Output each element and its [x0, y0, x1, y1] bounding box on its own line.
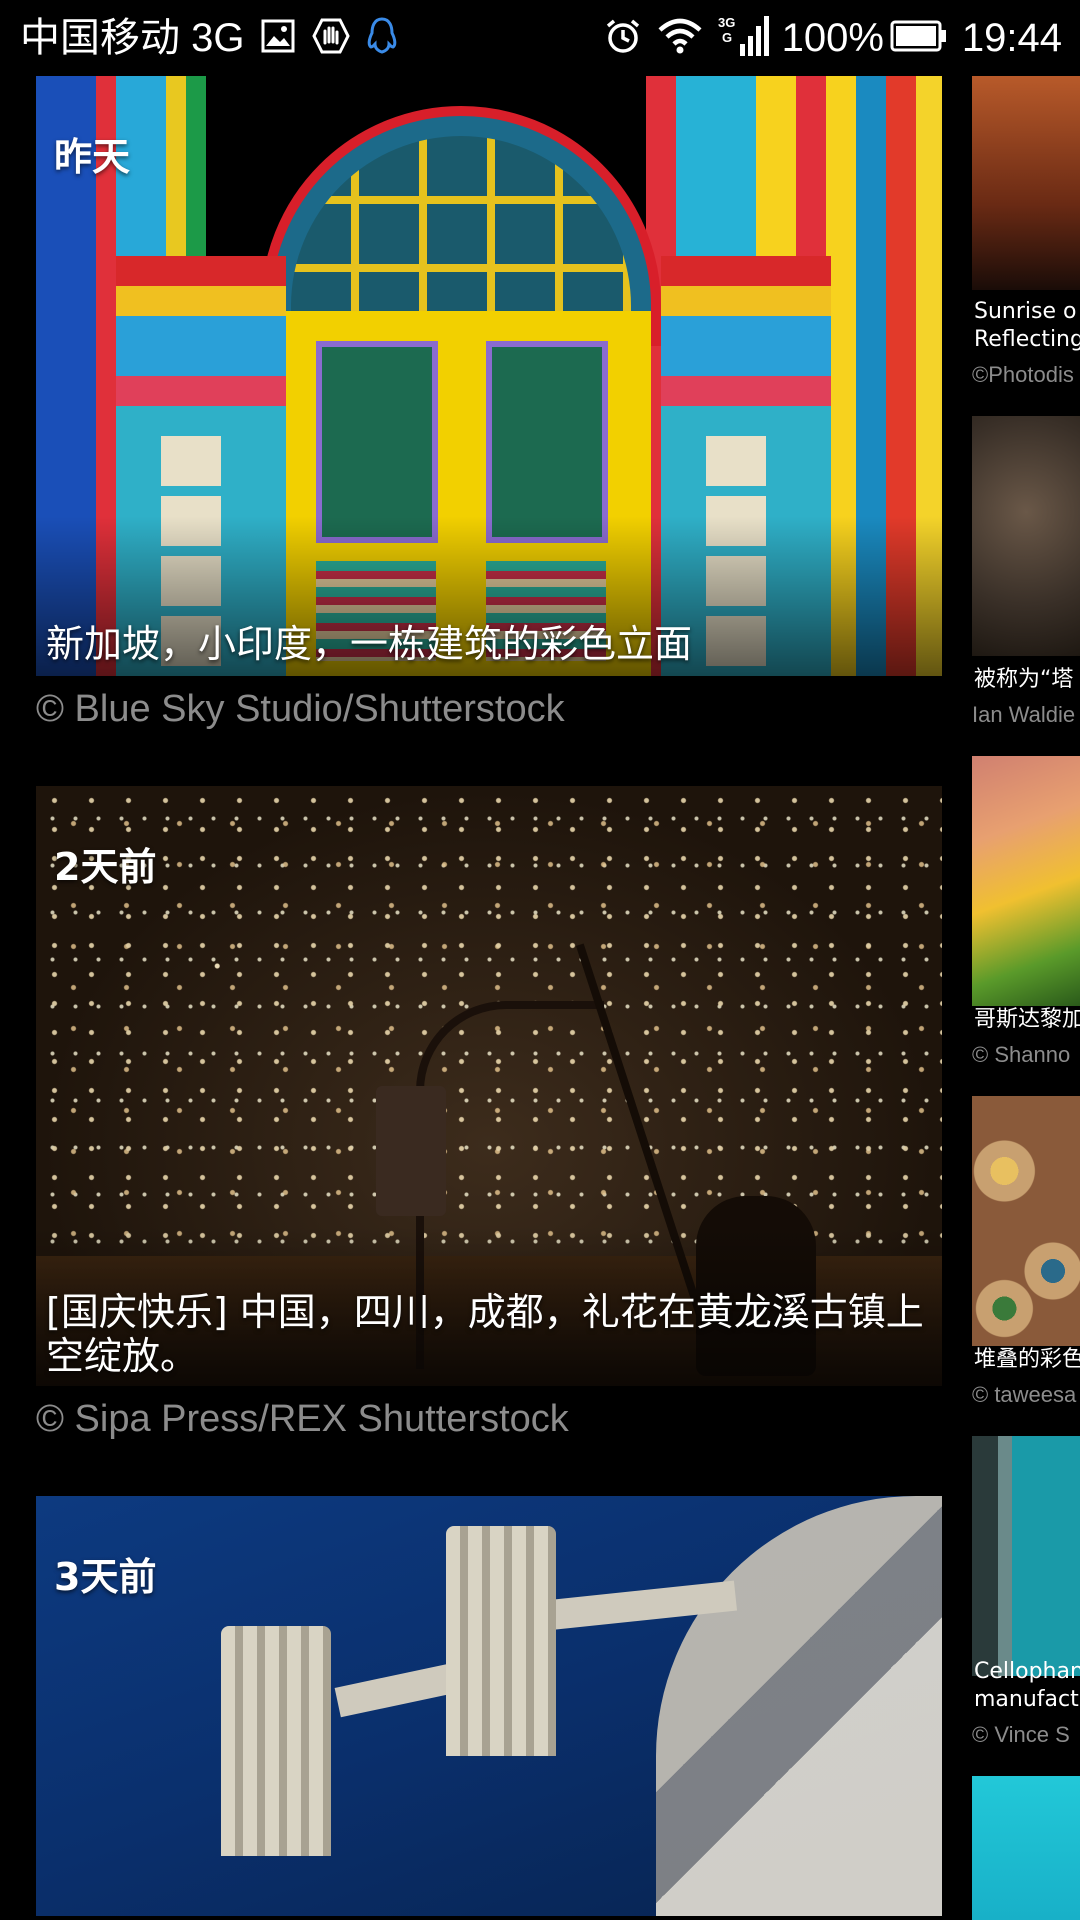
- qq-penguin-icon: [366, 16, 398, 60]
- carrier-label: 中国移动 3G: [20, 16, 245, 60]
- date-label: 3天前: [54, 1555, 157, 1599]
- side-credit: © Shanno: [972, 1042, 1071, 1067]
- side-wallpaper-card[interactable]: Sunrise o Reflecting ©Photodis: [972, 76, 1080, 396]
- wallpaper-card[interactable]: 3天前: [36, 1496, 942, 1920]
- side-thumbnail: [972, 1436, 1080, 1676]
- side-wallpaper-card[interactable]: Cellophan manufact © Vince S: [972, 1436, 1080, 1756]
- hand-stop-icon: [312, 17, 351, 60]
- side-credit: Ian Waldie: [972, 702, 1076, 727]
- alarm-icon: [604, 17, 642, 60]
- side-caption: 被称为“塔: [974, 667, 1074, 692]
- wifi-icon: [658, 18, 702, 59]
- side-credit: © Vince S: [972, 1722, 1070, 1747]
- signal-3g-icon: 3G G: [718, 14, 770, 63]
- image-icon: [260, 18, 296, 59]
- side-thumbnail: [972, 416, 1080, 656]
- wallpaper-caption: 新加坡，小印度，一栋建筑的彩色立面: [46, 622, 693, 666]
- side-thumbnail: [972, 76, 1080, 290]
- side-thumbnail: [972, 1096, 1080, 1346]
- battery-icon: [890, 20, 948, 57]
- status-bar: 中国移动 3G 3G G 100% 19:44: [0, 0, 1080, 76]
- side-wallpaper-card[interactable]: 被称为“塔 Ian Waldie: [972, 416, 1080, 736]
- side-wallpaper-card[interactable]: 堆叠的彩色 © taweesa: [972, 1096, 1080, 1416]
- side-thumbnail: [972, 1776, 1080, 1920]
- wallpaper-credit: © Sipa Press/REX Shutterstock: [36, 1398, 569, 1440]
- side-caption: 哥斯达黎加: [974, 1007, 1080, 1032]
- side-caption: Sunrise o Reflecting: [974, 299, 1080, 352]
- status-bar-right: 3G G 100% 19:44: [588, 12, 1062, 64]
- side-credit: © taweesa: [972, 1382, 1077, 1407]
- side-wallpaper-card[interactable]: 哥斯达黎加 © Shanno: [972, 756, 1080, 1076]
- date-label: 2天前: [54, 845, 157, 889]
- clock: 19:44: [961, 16, 1062, 60]
- side-caption: 堆叠的彩色: [974, 1347, 1080, 1372]
- wallpaper-caption: [国庆快乐] 中国，四川，成都，礼花在黄龙溪古镇上空绽放。: [46, 1290, 924, 1378]
- side-wallpaper-card[interactable]: [972, 1776, 1080, 1920]
- side-caption: Cellophan manufact: [974, 1659, 1080, 1712]
- screen: 中国移动 3G 3G G 100% 19:44 昨天 新加坡，小印度，一栋建筑的…: [0, 0, 1080, 1920]
- wallpaper-card[interactable]: 昨天 新加坡，小印度，一栋建筑的彩色立面: [36, 76, 942, 676]
- wallpaper-credit: © Blue Sky Studio/Shutterstock: [36, 688, 565, 730]
- side-thumbnail: [972, 756, 1080, 1006]
- side-credit: ©Photodis: [972, 362, 1074, 387]
- date-label: 昨天: [54, 135, 131, 179]
- battery-percent: 100%: [781, 16, 884, 60]
- wallpaper-card[interactable]: 2天前 [国庆快乐] 中国，四川，成都，礼花在黄龙溪古镇上空绽放。: [36, 786, 942, 1386]
- wallpaper-image: [36, 1496, 942, 1916]
- svg-text:3G: 3G: [718, 15, 735, 30]
- svg-text:G: G: [722, 30, 732, 45]
- status-bar-left: 中国移动 3G: [20, 12, 398, 64]
